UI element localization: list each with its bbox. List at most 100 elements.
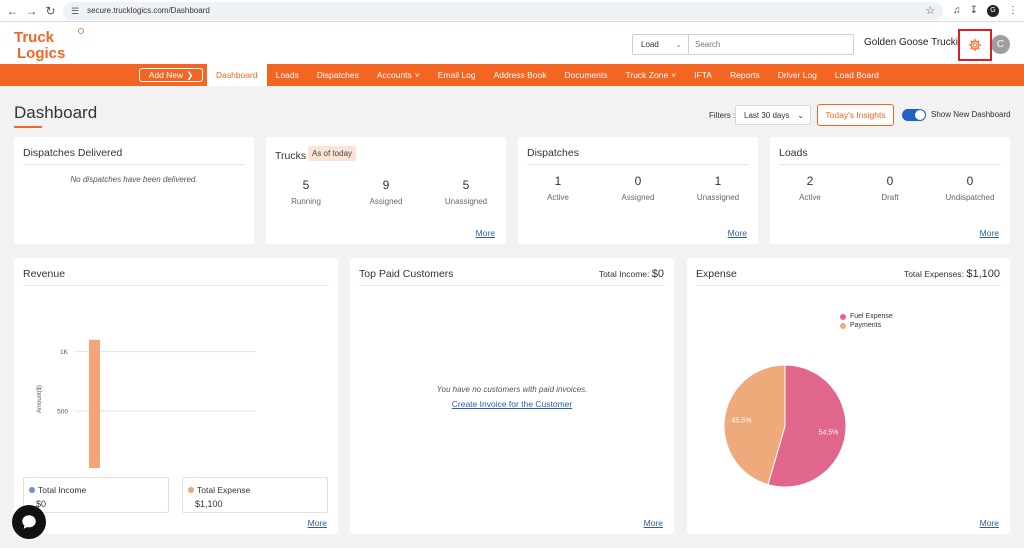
- total-income-summary-value: $0: [651, 268, 664, 280]
- back-icon[interactable]: ←: [6, 3, 19, 19]
- chevron-down-icon: ˅: [671, 70, 677, 80]
- menu-kebab-icon[interactable]: ⋮: [1008, 5, 1018, 16]
- stat-value: 0: [966, 174, 974, 188]
- create-invoice-link[interactable]: Create Invoice for the Customer: [452, 399, 572, 409]
- nav-item-ifta[interactable]: IFTA: [685, 64, 721, 86]
- settings-highlight[interactable]: [958, 29, 992, 61]
- url-text: secure.trucklogics.com/Dashboard: [87, 6, 210, 15]
- expense-pie-chart: 54.5% 45.5%: [723, 364, 847, 488]
- nav-item-label: Reports: [729, 70, 760, 80]
- nav-item-load-board[interactable]: Load Board: [826, 64, 888, 86]
- stat-value: 2: [806, 174, 814, 188]
- profile-icon[interactable]: G: [986, 4, 999, 17]
- download-icon[interactable]: ↧: [970, 5, 978, 16]
- company-name[interactable]: Golden Goose Trucking: [864, 37, 960, 48]
- nav-item-address-book[interactable]: Address Book: [485, 64, 556, 86]
- nav-item-dispatches[interactable]: Dispatches: [308, 64, 368, 86]
- search-input[interactable]: [689, 35, 853, 54]
- more-link[interactable]: More: [644, 518, 663, 528]
- stat-label: Unassigned: [696, 193, 740, 202]
- trucks-stats: 5 Running 9 Assigned 5 Unassigned: [266, 178, 506, 206]
- top-paid-customers-card: Top Paid Customers Total Income: $0 You …: [350, 258, 674, 534]
- app-header: Truck Logics Load ⌄ Golden Goose Truckin…: [0, 22, 1024, 64]
- y-axis-label: Amount($): [37, 385, 43, 413]
- stat-value: 5: [462, 178, 470, 192]
- more-link[interactable]: More: [980, 228, 999, 238]
- reload-icon[interactable]: ↻: [44, 3, 57, 19]
- bookmark-star-icon[interactable]: ☆: [925, 4, 935, 17]
- total-income-summary-label: Total Income:: [598, 269, 650, 279]
- more-link[interactable]: More: [308, 518, 327, 528]
- income-dot-icon: [29, 487, 35, 493]
- card-title: Expense: [696, 268, 737, 280]
- search-type-select[interactable]: Load ⌄: [633, 35, 689, 54]
- expense-dot-icon: [188, 487, 194, 493]
- nav-item-accounts[interactable]: Accounts ˅: [368, 64, 429, 86]
- new-dashboard-label: Show New Dashboard: [931, 110, 1011, 119]
- nav-item-email-log[interactable]: Email Log: [429, 64, 485, 86]
- nav-item-truck-zone[interactable]: Truck Zone ˅: [617, 64, 686, 86]
- expense-card: Expense Total Expenses: $1,100 Fuel Expe…: [687, 258, 1010, 534]
- new-dashboard-toggle[interactable]: [902, 109, 926, 121]
- nav-item-label: Accounts: [376, 70, 412, 80]
- revenue-card: Revenue 05001KAmount($)May Total Income …: [14, 258, 338, 534]
- nav-item-label: Driver Log: [777, 70, 817, 80]
- y-tick-label: 1K: [60, 349, 69, 356]
- stat-value: 5: [302, 178, 310, 192]
- y-tick-label: 500: [57, 408, 68, 415]
- forward-icon[interactable]: →: [25, 3, 38, 19]
- nav-item-label: Address Book: [493, 70, 547, 80]
- nav-item-dashboard[interactable]: Dashboard: [207, 64, 267, 86]
- stat-label: Undispatched: [945, 193, 995, 202]
- revenue-bar-chart: 05001KAmount($)May: [37, 339, 256, 468]
- nav-item-label: Dispatches: [316, 70, 359, 80]
- total-expenses-summary: Total Expenses: $1,100: [904, 268, 1000, 280]
- add-new-button[interactable]: Add New ❯: [139, 68, 203, 82]
- todays-insights-button[interactable]: Today's Insights: [817, 104, 894, 126]
- dispatches-delivered-card: Dispatches Delivered No dispatches have …: [14, 137, 254, 244]
- total-expense-text: Total Expense: [197, 485, 251, 495]
- trucklogics-logo[interactable]: Truck Logics: [14, 27, 86, 61]
- avatar[interactable]: C: [991, 35, 1010, 54]
- nav-item-driver-log[interactable]: Driver Log: [769, 64, 826, 86]
- trucks-card: Trucks As of today 5 Running 9 Assigned 5 Una…: [266, 137, 506, 244]
- empty-message: No dispatches have been delivered.: [70, 175, 198, 184]
- nav-item-label: Truck Zone: [625, 70, 669, 80]
- stat-item: 2 Active: [770, 174, 850, 202]
- card-title: Revenue: [23, 268, 66, 280]
- divider: [779, 164, 1001, 165]
- nav-item-documents[interactable]: Documents: [556, 64, 617, 86]
- registered-mark-icon: [78, 28, 84, 34]
- gear-icon[interactable]: [968, 38, 982, 52]
- total-income-text: Total Income: [38, 485, 87, 495]
- logo-line1: Truck: [14, 29, 55, 46]
- stat-item: 0 Assigned: [598, 174, 678, 202]
- search-bar: Load ⌄: [632, 34, 854, 55]
- stat-label: Active: [799, 193, 821, 202]
- site-info-icon[interactable]: ☰: [71, 6, 81, 16]
- stat-item: 1 Active: [518, 174, 598, 202]
- address-bar[interactable]: ☰ secure.trucklogics.com/Dashboard ☆: [63, 1, 944, 20]
- nav-item-loads[interactable]: Loads: [267, 64, 308, 86]
- bar-expense: [89, 339, 100, 468]
- dispatches-stats: 1 Active 0 Assigned 1 Unassigned: [518, 174, 758, 202]
- dispatches-card: Dispatches 1 Active 0 Assigned 1 Unassigned M…: [518, 137, 758, 244]
- stat-value: 1: [554, 174, 562, 188]
- more-link[interactable]: More: [728, 228, 747, 238]
- toggle-knob: [915, 110, 925, 120]
- chat-widget-button[interactable]: [12, 505, 46, 539]
- pie-slice-label: 45.5%: [732, 417, 752, 424]
- stat-label: Running: [291, 197, 321, 206]
- more-link[interactable]: More: [980, 518, 999, 528]
- date-filter-select[interactable]: Last 30 days ⌄: [735, 105, 811, 125]
- nav-item-reports[interactable]: Reports: [721, 64, 769, 86]
- media-icon[interactable]: ♫: [953, 5, 961, 16]
- nav-item-label: Documents: [564, 70, 608, 80]
- stat-item: 1 Unassigned: [678, 174, 758, 202]
- stat-item: 0 Undispatched: [930, 174, 1010, 202]
- stat-label: Draft: [881, 193, 899, 202]
- date-filter-value: Last 30 days: [744, 110, 790, 120]
- nav-item-label: Email Log: [437, 70, 476, 80]
- chevron-down-icon: ⌄: [797, 110, 804, 120]
- more-link[interactable]: More: [476, 228, 495, 238]
